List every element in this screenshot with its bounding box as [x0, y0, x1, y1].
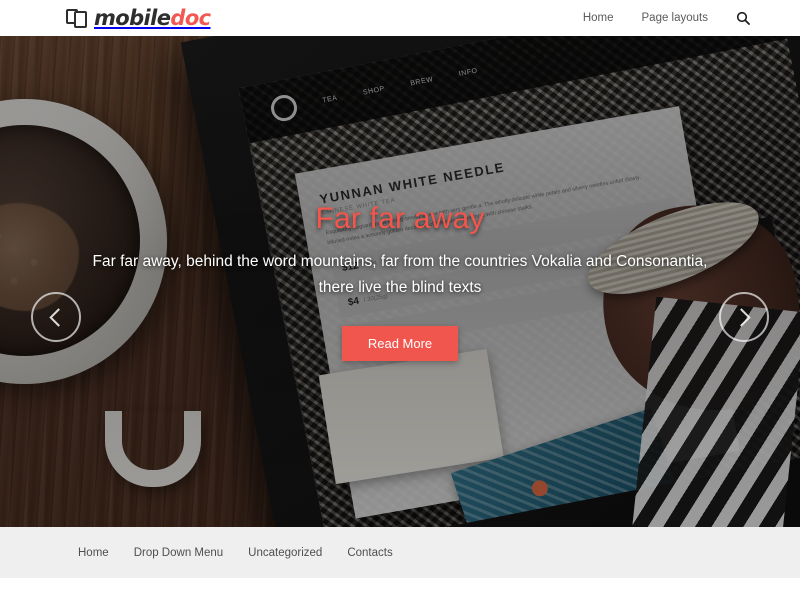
- read-more-button[interactable]: Read More: [341, 325, 459, 361]
- footer-nav: Home Drop Down Menu Uncategorized Contac…: [78, 547, 393, 559]
- logo-text-primary: mobile: [94, 5, 171, 30]
- hero-subtitle: Far far away, behind the word mountains,…: [92, 253, 708, 296]
- site-header: mobiledoc Home Page layouts: [0, 0, 800, 36]
- device-stack-icon: [66, 7, 92, 29]
- nav-item-page-layouts[interactable]: Page layouts: [642, 12, 709, 24]
- hero-content: Far far away Far far away, behind the wo…: [0, 36, 800, 527]
- carousel-prev-button[interactable]: [31, 292, 81, 342]
- site-logo[interactable]: mobiledoc: [66, 0, 211, 36]
- hero-title: Far far away: [315, 202, 485, 236]
- footer-item-contacts[interactable]: Contacts: [347, 547, 392, 559]
- chevron-left-icon: [49, 307, 68, 327]
- logo-text: mobiledoc: [94, 5, 211, 30]
- footer-item-home[interactable]: Home: [78, 547, 109, 559]
- search-icon[interactable]: [736, 11, 750, 25]
- footer-item-uncategorized[interactable]: Uncategorized: [248, 547, 322, 559]
- chevron-right-icon: [732, 307, 751, 327]
- page-bottom-spacer: [0, 578, 800, 600]
- hero-slider: TEA SHOP BREW INFO YUNNAN WHITE NEEDLE C…: [0, 36, 800, 527]
- nav-item-home[interactable]: Home: [583, 12, 614, 24]
- primary-nav: Home Page layouts: [583, 0, 750, 36]
- footer-item-drop-down-menu[interactable]: Drop Down Menu: [134, 547, 223, 559]
- logo-text-accent: doc: [170, 5, 211, 30]
- carousel-next-button[interactable]: [719, 292, 769, 342]
- footer-bar: Home Drop Down Menu Uncategorized Contac…: [0, 527, 800, 578]
